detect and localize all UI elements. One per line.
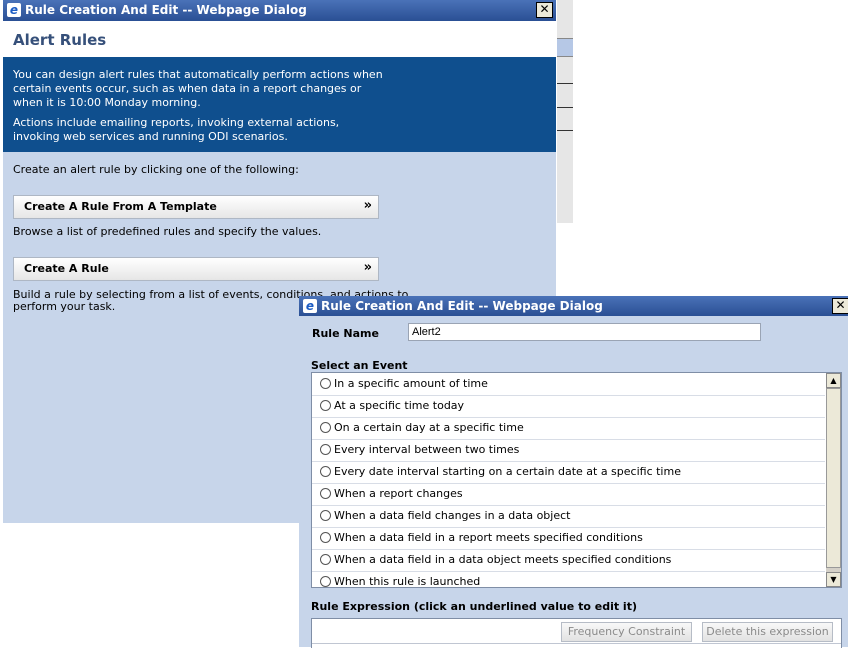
event-option[interactable]: On a certain day at a specific time [312,417,825,440]
instruction-text: Create an alert rule by clicking one of … [13,163,299,176]
event-option[interactable]: When a data field in a data object meets… [312,549,825,572]
event-option[interactable]: When a data field changes in a data obje… [312,505,825,528]
scroll-thumb[interactable] [826,388,841,568]
rule-expression-area: Frequency Constraint Delete this express… [311,618,842,648]
event-list: In a specific amount of time At a specif… [311,372,842,588]
create-rule-button[interactable]: Create A Rule » [13,257,379,281]
button-label: Create A Rule From A Template [24,200,217,213]
radio-button[interactable] [320,466,331,477]
double-chevron-right-icon: » [363,198,372,213]
select-event-label: Select an Event [311,359,408,372]
event-label: Every date interval starting on a certai… [334,465,681,478]
event-option[interactable]: Every interval between two times [312,439,825,462]
event-option[interactable]: When this rule is launched [312,571,825,588]
create-rule-from-template-button[interactable]: Create A Rule From A Template » [13,195,379,219]
ie-icon: e [303,299,317,313]
info-box: You can design alert rules that automati… [3,57,556,152]
dialog-title: Rule Creation And Edit -- Webpage Dialog [25,3,307,17]
delete-expression-button[interactable]: Delete this expression [702,622,833,642]
scroll-down-arrow-icon[interactable]: ▼ [826,572,841,587]
radio-button[interactable] [320,378,331,389]
event-option[interactable]: When a data field in a report meets spec… [312,527,825,550]
event-option[interactable]: When a report changes [312,483,825,506]
background-row [557,38,573,57]
dialog-titlebar[interactable]: e Rule Creation And Edit -- Webpage Dial… [299,296,848,316]
event-option[interactable]: At a specific time today [312,395,825,418]
expression-divider [312,643,841,644]
page-title: Alert Rules [13,31,107,49]
info-text-1: You can design alert rules that automati… [13,68,383,109]
event-label: Every interval between two times [334,443,520,456]
double-chevron-right-icon: » [363,260,372,275]
event-label: When a data field in a report meets spec… [334,531,643,544]
divider [557,83,573,84]
frequency-constraint-button[interactable]: Frequency Constraint [561,622,692,642]
divider [557,130,573,131]
radio-button[interactable] [320,576,331,587]
event-label: In a specific amount of time [334,377,488,390]
event-option[interactable]: In a specific amount of time [312,373,825,396]
event-label: When a report changes [334,487,463,500]
radio-button[interactable] [320,488,331,499]
radio-button[interactable] [320,554,331,565]
divider [557,107,573,108]
event-label: When a data field changes in a data obje… [334,509,571,522]
event-list-scrollbar[interactable]: ▲ ▼ [826,373,841,587]
dialog-title: Rule Creation And Edit -- Webpage Dialog [321,299,603,313]
dialog-titlebar[interactable]: e Rule Creation And Edit -- Webpage Dial… [3,0,556,21]
rule-name-input[interactable] [408,323,761,341]
info-text-2: Actions include emailing reports, invoki… [13,116,340,143]
radio-button[interactable] [320,422,331,433]
rule-name-label: Rule Name [312,327,379,340]
radio-button[interactable] [320,444,331,455]
background-window-edge [557,0,573,223]
close-icon[interactable]: ✕ [832,298,848,314]
radio-button[interactable] [320,510,331,521]
event-label: At a specific time today [334,399,465,412]
event-option[interactable]: Every date interval starting on a certai… [312,461,825,484]
event-label: On a certain day at a specific time [334,421,524,434]
button-label: Create A Rule [24,262,109,275]
scroll-up-arrow-icon[interactable]: ▲ [826,373,841,388]
radio-button[interactable] [320,532,331,543]
template-description: Browse a list of predefined rules and sp… [13,225,322,238]
header-band: Alert Rules [3,21,556,57]
close-icon[interactable]: ✕ [536,2,553,18]
rule-edit-dialog: e Rule Creation And Edit -- Webpage Dial… [299,296,848,648]
ie-icon: e [7,3,21,17]
event-label: When a data field in a data object meets… [334,553,672,566]
rule-expression-label: Rule Expression (click an underlined val… [311,600,637,613]
rule-description-line-2: perform your task. [13,300,116,313]
event-label: When this rule is launched [334,575,481,588]
radio-button[interactable] [320,400,331,411]
